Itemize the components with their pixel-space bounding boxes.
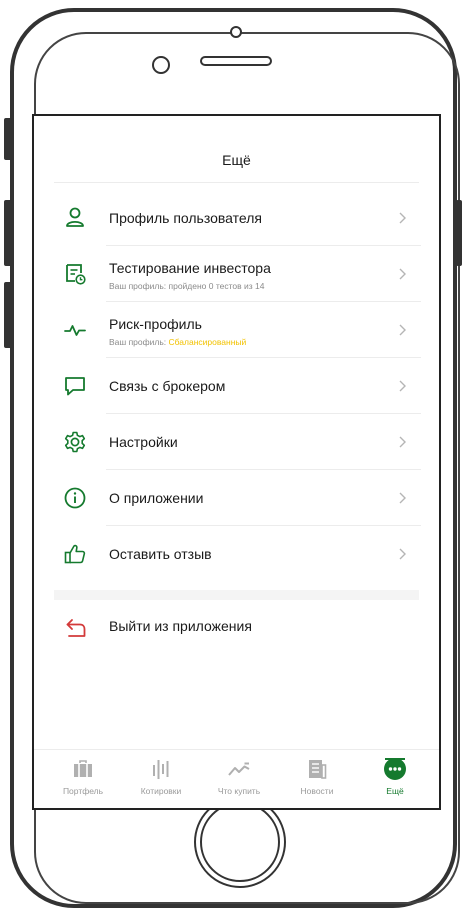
chevron-right-icon [399,492,406,504]
pulse-icon [64,325,86,336]
tab-label: Ещё [386,786,404,796]
menu-item-feedback[interactable]: Оставить отзыв [54,526,421,582]
risk-profile-prefix: Ваш профиль: [109,337,169,347]
trend-line-icon [228,762,250,776]
tab-portfolio[interactable]: Портфель [44,756,122,796]
proximity-sensor [152,56,170,74]
chevron-right-icon [399,268,406,280]
info-icon [64,487,86,509]
tab-label: Котировки [140,786,182,796]
menu-item-label: Связь с брокером [109,378,226,394]
menu-item-label: Оставить отзыв [109,546,212,562]
user-icon [66,207,84,227]
tab-more[interactable]: Ещё [356,756,434,796]
volume-up-button [4,200,12,266]
gear-icon [64,431,86,453]
power-button [456,200,462,266]
home-button-ring [200,802,280,882]
menu-item-broker-contact[interactable]: Связь с брокером [54,358,421,414]
tab-bar: Портфель Котировки Что купить Новости Ещ… [34,749,439,808]
newspaper-icon [309,760,327,779]
menu-item-about[interactable]: О приложении [54,470,421,526]
briefcase-icon [74,760,92,777]
tab-label: Портфель [62,786,104,796]
risk-profile-value: Сбалансированный [168,337,247,347]
mute-switch [4,118,12,160]
menu-item-label: О приложении [109,490,204,506]
tab-label: Что купить [217,786,261,796]
earpiece-speaker [200,56,272,66]
tab-label: Новости [300,786,334,796]
exit-label: Выйти из приложения [109,618,252,634]
tab-quotes[interactable]: Котировки [122,756,200,796]
menu-item-label: Риск-профиль [109,316,202,332]
menu-item-settings[interactable]: Настройки [54,414,421,470]
chevron-right-icon [399,436,406,448]
tab-what-to-buy[interactable]: Что купить [200,756,278,796]
menu-item-subtitle: Ваш профиль: пройдено 0 тестов из 14 [109,281,265,291]
section-gap [54,590,419,600]
chevron-right-icon [399,548,406,560]
menu-item-subtitle: Ваш профиль: Сбалансированный [109,337,246,347]
exit-app-button[interactable]: Выйти из приложения [54,606,421,650]
chevron-right-icon [399,324,406,336]
menu-item-label: Настройки [109,434,178,450]
volume-down-button [4,282,12,348]
chat-bubble-icon [65,377,85,396]
tab-news[interactable]: Новости [278,756,356,796]
header-divider [54,182,419,183]
chevron-right-icon [399,212,406,224]
quotes-bars-icon [153,760,169,779]
test-document-icon [66,264,86,285]
exit-arrow-icon [66,619,86,637]
thumbs-up-icon [64,544,86,564]
menu-item-label: Профиль пользователя [109,210,262,226]
menu-item-profile[interactable]: Профиль пользователя [54,190,421,246]
menu-item-label: Тестирование инвестора [109,260,271,276]
app-screen: Ещё Профиль пользователя Тестирование ин… [32,114,441,810]
chevron-right-icon [399,380,406,392]
menu-item-risk-profile[interactable]: Риск-профиль Ваш профиль: Сбалансированн… [54,302,421,358]
menu-list: Профиль пользователя Тестирование инвест… [54,190,421,582]
menu-item-investor-testing[interactable]: Тестирование инвестора Ваш профиль: прой… [54,246,421,302]
page-title: Ещё [222,152,251,168]
front-camera [230,26,242,38]
active-tab-indicator [385,758,405,760]
